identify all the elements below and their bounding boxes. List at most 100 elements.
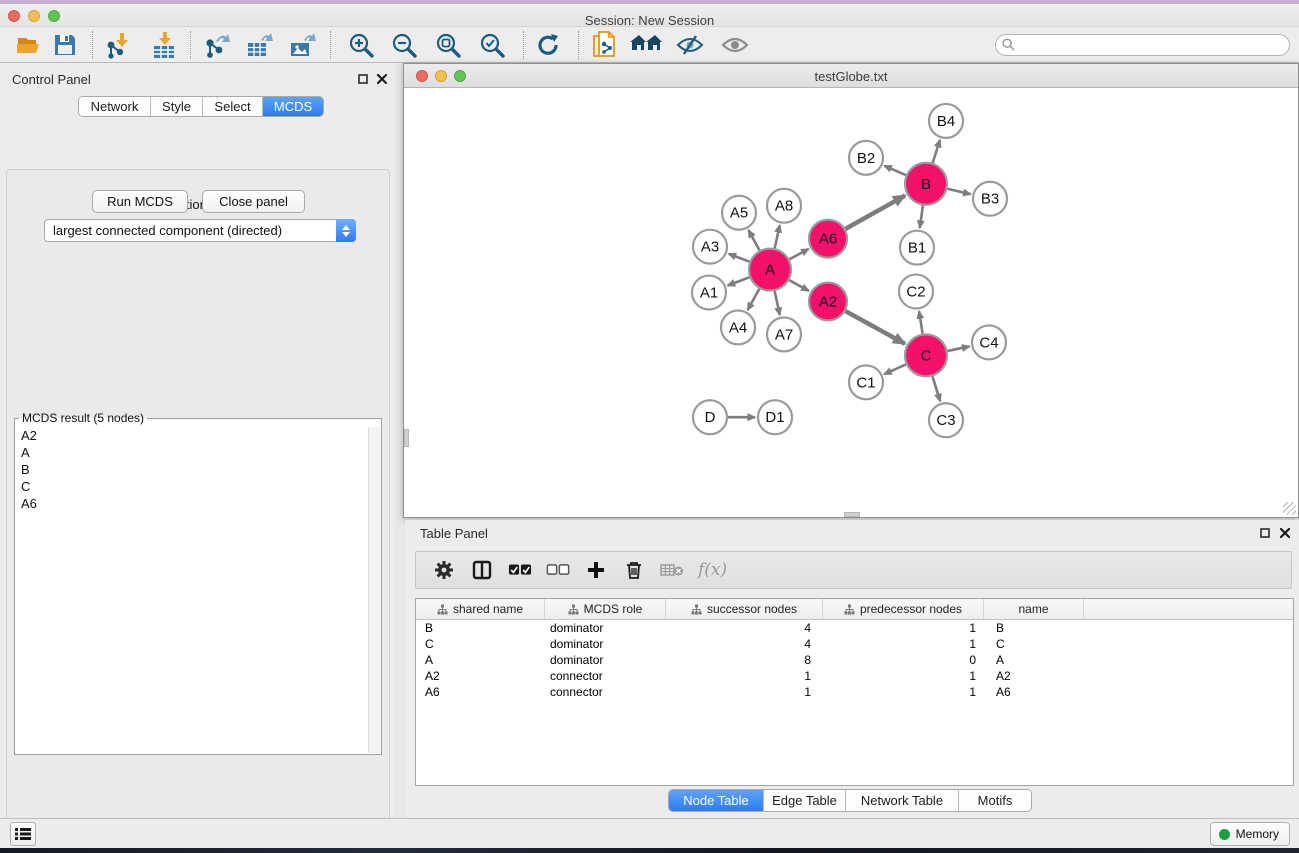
graph-edge-A-A7[interactable] [775,291,780,315]
graph-edge-A-A3[interactable] [729,254,750,262]
graph-edge-C-C3[interactable] [932,376,940,401]
table-cell[interactable]: dominator [545,620,666,636]
mcds-result-item[interactable]: C [16,478,368,495]
mcds-result-list[interactable]: A2ABCA6 [16,427,368,753]
optimization-select[interactable]: largest connected component (directed) [44,219,356,242]
export-network-button[interactable] [201,30,235,60]
table-cell[interactable]: B [984,620,1084,636]
import-table-button[interactable] [148,30,182,60]
table-cell[interactable]: 1 [666,668,823,684]
column-header-shared-name[interactable]: shared name [416,599,545,619]
table-row[interactable]: A6connector11A6 [416,684,1293,700]
tab-network-table[interactable]: Network Table [846,790,959,811]
zoom-in-button[interactable] [344,30,378,60]
mcds-result-item[interactable]: A2 [16,427,368,444]
table-cell[interactable]: A6 [416,684,545,700]
table-cell[interactable]: C [984,636,1084,652]
memory-button[interactable]: Memory [1210,822,1290,846]
table-cell[interactable]: dominator [545,652,666,668]
graph-edge-A-A2[interactable] [789,280,808,291]
zoom-out-button[interactable] [387,30,421,60]
graph-edge-A2-C[interactable] [846,311,905,344]
new-network-from-selection-button[interactable] [588,30,622,60]
table-cell[interactable]: 4 [666,620,823,636]
mcds-result-item[interactable]: A6 [16,495,368,512]
mcds-result-item[interactable]: A [16,444,368,461]
graph-edge-B-B4[interactable] [933,140,940,163]
network-bottom-scroll-nub[interactable] [844,512,860,517]
column-header-predecessor-nodes[interactable]: predecessor nodes [823,599,984,619]
tab-style[interactable]: Style [151,97,203,116]
show-all-networks-button[interactable] [630,30,664,60]
graph-edge-B-B3[interactable] [947,189,970,194]
table-cell[interactable]: A2 [416,668,545,684]
table-cell[interactable]: B [416,620,545,636]
task-history-button[interactable] [10,822,36,846]
select-all-button[interactable] [508,558,532,582]
deselect-all-button[interactable] [546,558,570,582]
table-float-button[interactable] [1258,526,1272,540]
mcds-result-item[interactable]: B [16,461,368,478]
mcds-list-scrollbar[interactable] [368,427,380,753]
table-cell[interactable]: dominator [545,636,666,652]
close-panel-button[interactable] [375,72,389,86]
graph-edge-B-B2[interactable] [884,166,905,175]
run-mcds-button[interactable]: Run MCDS [92,190,188,213]
table-cell[interactable]: 8 [666,652,823,668]
table-close-button[interactable] [1278,526,1292,540]
graph-edge-A-A6[interactable] [789,249,808,259]
hide-selected-button[interactable] [673,30,707,60]
table-cell[interactable]: connector [545,668,666,684]
network-canvas[interactable]: B4B2BB3A5A8A6B1A3AC2A1A2A4A7C4CC1C3DD1 [404,89,1298,517]
add-column-button[interactable] [584,558,608,582]
graph-edge-C-C1[interactable] [884,364,906,374]
column-header-successor-nodes[interactable]: successor nodes [666,599,823,619]
tab-edge-table[interactable]: Edge Table [764,790,846,811]
tab-motifs[interactable]: Motifs [959,790,1031,811]
show-selected-button[interactable] [718,30,752,60]
export-image-button[interactable] [286,30,320,60]
table-cell[interactable]: C [416,636,545,652]
tab-node-table[interactable]: Node Table [669,790,764,811]
graph-edge-C-C2[interactable] [919,311,923,333]
table-cell[interactable]: 1 [823,668,984,684]
column-header-MCDS-role[interactable]: MCDS role [545,599,666,619]
graph-edge-B-B1[interactable] [920,206,923,228]
graph-edge-A-A8[interactable] [775,225,780,248]
table-cell[interactable]: 1 [823,620,984,636]
graph-edge-A-A5[interactable] [749,230,760,250]
table-cell[interactable]: A2 [984,668,1084,684]
table-row[interactable]: A2connector11A2 [416,668,1293,684]
graph-edge-C-C4[interactable] [948,346,970,351]
network-graph[interactable]: B4B2BB3A5A8A6B1A3AC2A1A2A4A7C4CC1C3DD1 [404,89,1298,517]
graph-edge-A6-B[interactable] [845,195,905,228]
import-network-button[interactable] [103,30,137,60]
network-window-titlebar[interactable]: testGlobe.txt [404,64,1298,88]
zoom-fit-button[interactable] [431,30,465,60]
table-cell[interactable]: 0 [823,652,984,668]
close-panel-button-mcds[interactable]: Close panel [202,190,305,213]
window-resize-grip[interactable] [1283,502,1296,515]
save-session-button[interactable] [48,30,82,60]
graph-edge-A-A4[interactable] [748,289,760,310]
show-column-button[interactable] [470,558,494,582]
export-table-button[interactable] [243,30,277,60]
table-row[interactable]: Bdominator41B [416,620,1293,636]
tab-network[interactable]: Network [79,97,151,116]
table-row[interactable]: Adominator80A [416,652,1293,668]
table-cell[interactable]: 1 [823,636,984,652]
float-panel-button[interactable] [356,72,370,86]
network-left-scroll-nub[interactable] [404,429,409,447]
table-cell[interactable]: 1 [666,684,823,700]
table-cell[interactable]: connector [545,684,666,700]
table-cell[interactable]: 4 [666,636,823,652]
table-row[interactable]: Cdominator41C [416,636,1293,652]
table-cell[interactable]: A6 [984,684,1084,700]
table-cell[interactable]: A [416,652,545,668]
graph-edge-A-A1[interactable] [728,277,750,285]
zoom-selected-button[interactable] [475,30,509,60]
open-session-button[interactable] [12,30,46,60]
search-input[interactable] [995,34,1290,56]
delete-columns-button[interactable] [622,558,646,582]
table-cell[interactable]: A [984,652,1084,668]
